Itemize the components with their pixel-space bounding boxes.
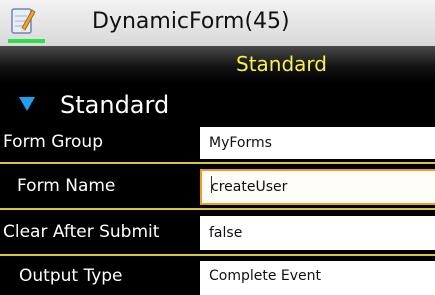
form-group-input[interactable]: MyForms <box>200 127 435 159</box>
output-type-label: Output Type <box>19 266 123 286</box>
pencil-notepad-icon[interactable] <box>10 6 36 36</box>
clear-after-submit-label: Clear After Submit <box>3 222 160 242</box>
form-row-form-name: Form Name createUser <box>0 164 435 206</box>
form-name-value: createUser <box>211 179 288 195</box>
tab-standard[interactable]: Standard <box>236 51 327 77</box>
form-group-label: Form Group <box>3 132 103 152</box>
output-type-input[interactable]: Complete Event <box>200 261 435 295</box>
text-cursor <box>211 176 212 193</box>
window-title: DynamicForm(45) <box>92 9 290 34</box>
title-bar: DynamicForm(45) <box>0 0 435 46</box>
form-name-input[interactable]: createUser <box>200 169 435 205</box>
form-name-label: Form Name <box>17 176 116 196</box>
app-icon-indicator <box>8 39 45 43</box>
section-header-standard[interactable]: Standard <box>0 88 435 122</box>
form-row-clear-after-submit: Clear After Submit false <box>0 210 435 254</box>
triangle-down-icon[interactable] <box>19 97 35 111</box>
section-title: Standard <box>60 91 170 119</box>
form-row-form-group: Form Group MyForms <box>0 123 435 161</box>
clear-after-submit-input[interactable]: false <box>200 216 435 250</box>
form-row-output-type: Output Type Complete Event <box>0 256 435 295</box>
tab-bar: Standard <box>0 46 435 83</box>
